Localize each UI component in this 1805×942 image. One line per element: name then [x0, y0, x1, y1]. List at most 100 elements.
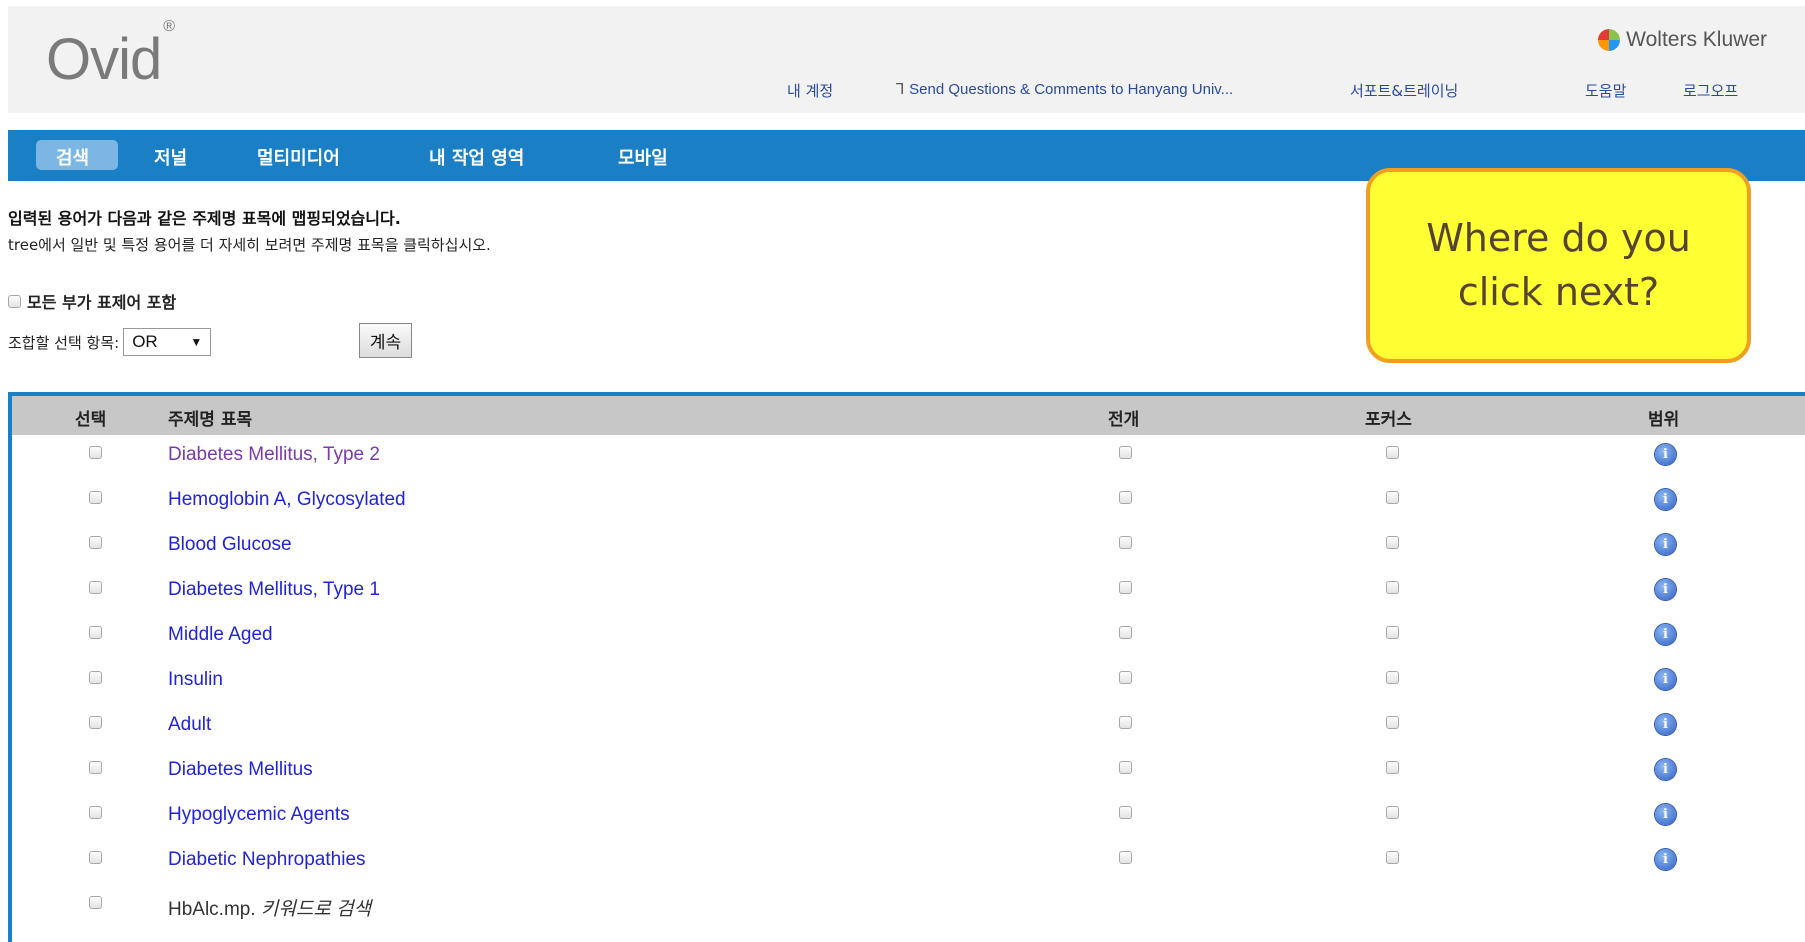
select-checkbox[interactable]: [89, 581, 102, 594]
subject-heading-link[interactable]: Blood Glucose: [168, 534, 292, 556]
table-row: Adult i: [12, 711, 1805, 756]
focus-checkbox[interactable]: [1386, 806, 1399, 819]
tab-mobile[interactable]: 모바일: [618, 144, 668, 170]
focus-checkbox[interactable]: [1386, 761, 1399, 774]
include-all-label: 모든 부가 표제어 포함: [27, 293, 177, 312]
focus-checkbox[interactable]: [1386, 851, 1399, 864]
feedback-link[interactable]: ⅂ Send Questions & Comments to Hanyang U…: [896, 80, 1233, 98]
callout-line-1: Where do you: [1426, 216, 1691, 261]
keyword-term: HbAlc.mp. 키워드로 검색: [168, 894, 371, 921]
combine-label: 조합할 선택 항목:: [8, 333, 120, 352]
wolters-kluwer-logo-icon: [1598, 29, 1621, 51]
table-row: Blood Glucose i: [12, 531, 1805, 576]
subject-heading-link[interactable]: Middle Aged: [168, 624, 273, 646]
question-people-icon: ⅂: [896, 80, 905, 98]
subject-heading-link[interactable]: Insulin: [168, 669, 223, 691]
subject-heading-link[interactable]: Adult: [168, 714, 211, 736]
info-icon[interactable]: i: [1655, 714, 1676, 735]
header-bar: Ovid® Wolters Kluwer 내 계정 ⅂ Send Questio…: [8, 6, 1805, 113]
select-checkbox[interactable]: [89, 761, 102, 774]
explode-checkbox[interactable]: [1119, 761, 1132, 774]
select-checkbox[interactable]: [89, 536, 102, 549]
tab-multimedia[interactable]: 멀티미디어: [257, 144, 340, 170]
col-scope-header: 범위: [1648, 410, 1680, 430]
explode-checkbox[interactable]: [1119, 536, 1132, 549]
subject-heading-link[interactable]: Diabetes Mellitus: [168, 759, 313, 781]
tab-my-workspace[interactable]: 내 작업 영역: [429, 144, 524, 170]
info-icon[interactable]: i: [1655, 849, 1676, 870]
subject-heading-link[interactable]: Diabetic Nephropathies: [168, 849, 366, 871]
continue-button[interactable]: 계속: [359, 323, 412, 358]
subject-heading-link[interactable]: Hemoglobin A, Glycosylated: [168, 489, 406, 511]
keyword-term-text: HbAlc.mp.: [168, 899, 256, 920]
info-icon[interactable]: i: [1655, 534, 1676, 555]
select-checkbox[interactable]: [89, 446, 102, 459]
keyword-search-row: HbAlc.mp. 키워드로 검색: [12, 891, 1805, 936]
combine-selections: 조합할 선택 항목: OR ▼: [8, 328, 212, 356]
select-checkbox[interactable]: [89, 626, 102, 639]
help-link[interactable]: 도움말: [1585, 80, 1626, 101]
dropdown-arrow-icon: ▼: [190, 335, 203, 349]
select-checkbox[interactable]: [89, 896, 102, 909]
info-icon[interactable]: i: [1655, 579, 1676, 600]
explode-checkbox[interactable]: [1119, 446, 1132, 459]
table-row: Hemoglobin A, Glycosylated i: [12, 486, 1805, 531]
focus-checkbox[interactable]: [1386, 446, 1399, 459]
select-checkbox[interactable]: [89, 491, 102, 504]
subject-heading-table: 선택 주제명 표목 전개 포커스 범위 Diabetes Mellitus, T…: [8, 392, 1805, 942]
col-focus-header: 포커스: [1365, 410, 1412, 430]
mapping-message-title: 입력된 용어가 다음과 같은 주제명 표목에 맵핑되었습니다.: [8, 209, 401, 228]
logo-registered-mark: ®: [163, 17, 175, 35]
include-all-checkbox[interactable]: [8, 294, 21, 308]
info-icon[interactable]: i: [1655, 489, 1676, 510]
table-row: Hypoglycemic Agents i: [12, 801, 1805, 846]
select-checkbox[interactable]: [89, 716, 102, 729]
explode-checkbox[interactable]: [1119, 626, 1132, 639]
col-subject-header: 주제명 표목: [168, 410, 253, 430]
info-icon[interactable]: i: [1655, 804, 1676, 825]
focus-checkbox[interactable]: [1386, 491, 1399, 504]
my-account-link[interactable]: 내 계정: [787, 80, 833, 101]
focus-checkbox[interactable]: [1386, 716, 1399, 729]
focus-checkbox[interactable]: [1386, 536, 1399, 549]
table-row: Diabetes Mellitus, Type 2 i: [12, 441, 1805, 486]
brand-name: Wolters Kluwer: [1626, 28, 1767, 51]
focus-checkbox[interactable]: [1386, 626, 1399, 639]
info-icon[interactable]: i: [1655, 444, 1676, 465]
combine-operator-value: OR: [132, 332, 158, 351]
ovid-logo[interactable]: Ovid®: [46, 18, 175, 93]
instruction-callout: Where do you click next?: [1366, 168, 1751, 363]
table-header: 선택 주제명 표목 전개 포커스 범위: [12, 396, 1805, 435]
keyword-search-label: 키워드로 검색: [260, 899, 372, 920]
tab-search[interactable]: 검색: [56, 144, 89, 170]
info-icon[interactable]: i: [1655, 624, 1676, 645]
explode-checkbox[interactable]: [1119, 581, 1132, 594]
subject-heading-link[interactable]: Diabetes Mellitus, Type 2: [168, 444, 380, 466]
explode-checkbox[interactable]: [1119, 806, 1132, 819]
support-training-link[interactable]: 서포트&트레이닝: [1350, 80, 1458, 101]
combine-operator-select[interactable]: OR ▼: [123, 328, 212, 356]
col-explode-header: 전개: [1108, 410, 1140, 430]
subject-heading-link[interactable]: Diabetes Mellitus, Type 1: [168, 579, 380, 601]
wolters-kluwer-brand: Wolters Kluwer: [1598, 28, 1767, 52]
logout-link[interactable]: 로그오프: [1683, 80, 1738, 101]
table-row: Diabetes Mellitus, Type 1 i: [12, 576, 1805, 621]
mapping-message-subtitle: tree에서 일반 및 특정 용어를 더 자세히 보려면 주제명 표목을 클릭하…: [8, 236, 491, 254]
explode-checkbox[interactable]: [1119, 491, 1132, 504]
select-checkbox[interactable]: [89, 851, 102, 864]
focus-checkbox[interactable]: [1386, 671, 1399, 684]
select-checkbox[interactable]: [89, 806, 102, 819]
table-row: Diabetic Nephropathies i: [12, 846, 1805, 891]
subject-heading-link[interactable]: Hypoglycemic Agents: [168, 804, 350, 826]
focus-checkbox[interactable]: [1386, 581, 1399, 594]
info-icon[interactable]: i: [1655, 759, 1676, 780]
explode-checkbox[interactable]: [1119, 671, 1132, 684]
info-icon[interactable]: i: [1655, 669, 1676, 690]
logo-text: Ovid: [46, 27, 162, 92]
include-all-subheadings[interactable]: 모든 부가 표제어 포함: [8, 289, 176, 313]
explode-checkbox[interactable]: [1119, 716, 1132, 729]
tab-journals[interactable]: 저널: [154, 144, 187, 170]
explode-checkbox[interactable]: [1119, 851, 1132, 864]
table-row: Middle Aged i: [12, 621, 1805, 666]
select-checkbox[interactable]: [89, 671, 102, 684]
